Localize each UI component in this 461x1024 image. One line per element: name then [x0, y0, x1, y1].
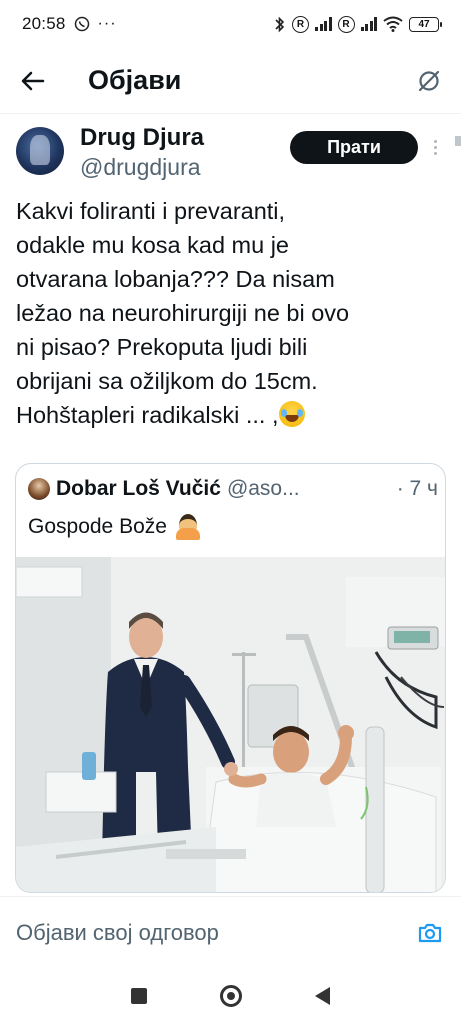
- facepalm-emoji-icon: [175, 514, 201, 540]
- tears-of-joy-emoji-icon: [278, 401, 305, 427]
- wifi-icon: [383, 16, 403, 32]
- bluetooth-icon: [275, 16, 285, 32]
- cleanup-button[interactable]: [397, 48, 461, 114]
- quoted-text: Gospode Bože: [28, 514, 201, 540]
- quoted-avatar: [28, 478, 50, 500]
- tweet-text: Kakvi foliranti i prevaranti, odakle mu …: [16, 194, 448, 432]
- top-app-bar: Објави: [0, 48, 461, 114]
- author-handle[interactable]: @drugdjura: [80, 154, 201, 181]
- follow-button[interactable]: Прати: [290, 131, 418, 164]
- avatar[interactable]: [16, 127, 64, 175]
- sim1-icon: R: [292, 15, 309, 33]
- quoted-photo[interactable]: [16, 557, 445, 892]
- more-options-button[interactable]: [428, 132, 442, 162]
- camera-button[interactable]: [415, 918, 445, 948]
- status-time: 20:58: [22, 14, 66, 33]
- tweet-author-row: Drug Djura @drugdjura Прати: [0, 114, 461, 192]
- reply-composer[interactable]: Објави свој одговор: [0, 896, 461, 968]
- camera-icon: [418, 923, 442, 942]
- quoted-display-name: Dobar Loš Vučić: [56, 477, 221, 500]
- hospital-room-photo: [16, 557, 445, 892]
- cleanup-icon: [418, 70, 440, 91]
- quoted-body: Gospode Bože: [28, 515, 167, 538]
- quoted-handle: @aso...: [226, 477, 300, 500]
- home-button[interactable]: [219, 985, 242, 1007]
- system-nav-bar: [0, 968, 461, 1024]
- system-back-button[interactable]: [314, 987, 330, 1005]
- more-notifications-icon: ···: [97, 15, 117, 32]
- whatsapp-icon: [74, 16, 89, 32]
- tweet: Drug Djura @drugdjura Прати Kakvi folira…: [0, 114, 461, 893]
- reply-placeholder[interactable]: Објави свој одговор: [16, 920, 219, 946]
- author-display-name[interactable]: Drug Djura: [80, 124, 204, 152]
- arrow-left-icon: [21, 71, 45, 90]
- signal-icon-2: [360, 17, 377, 31]
- sim2-icon: R: [337, 15, 355, 33]
- recents-button[interactable]: [131, 988, 148, 1004]
- quoted-tweet[interactable]: Dobar Loš Vučić @aso... · 7 ч Gospode Bo…: [15, 463, 446, 893]
- signal-icon: [315, 17, 332, 31]
- quoted-tweet-author-row: Dobar Loš Vučić @aso... · 7 ч: [28, 476, 438, 502]
- scroll-indicator: [455, 136, 461, 146]
- status-bar: 20:58 ··· R R 47: [0, 0, 461, 48]
- battery-icon: 47: [409, 16, 442, 32]
- page-title: Објави: [88, 65, 182, 95]
- quoted-timestamp: · 7 ч: [396, 477, 438, 500]
- back-button[interactable]: [0, 48, 66, 114]
- tweet-body: Kakvi foliranti i prevaranti, odakle mu …: [16, 198, 350, 428]
